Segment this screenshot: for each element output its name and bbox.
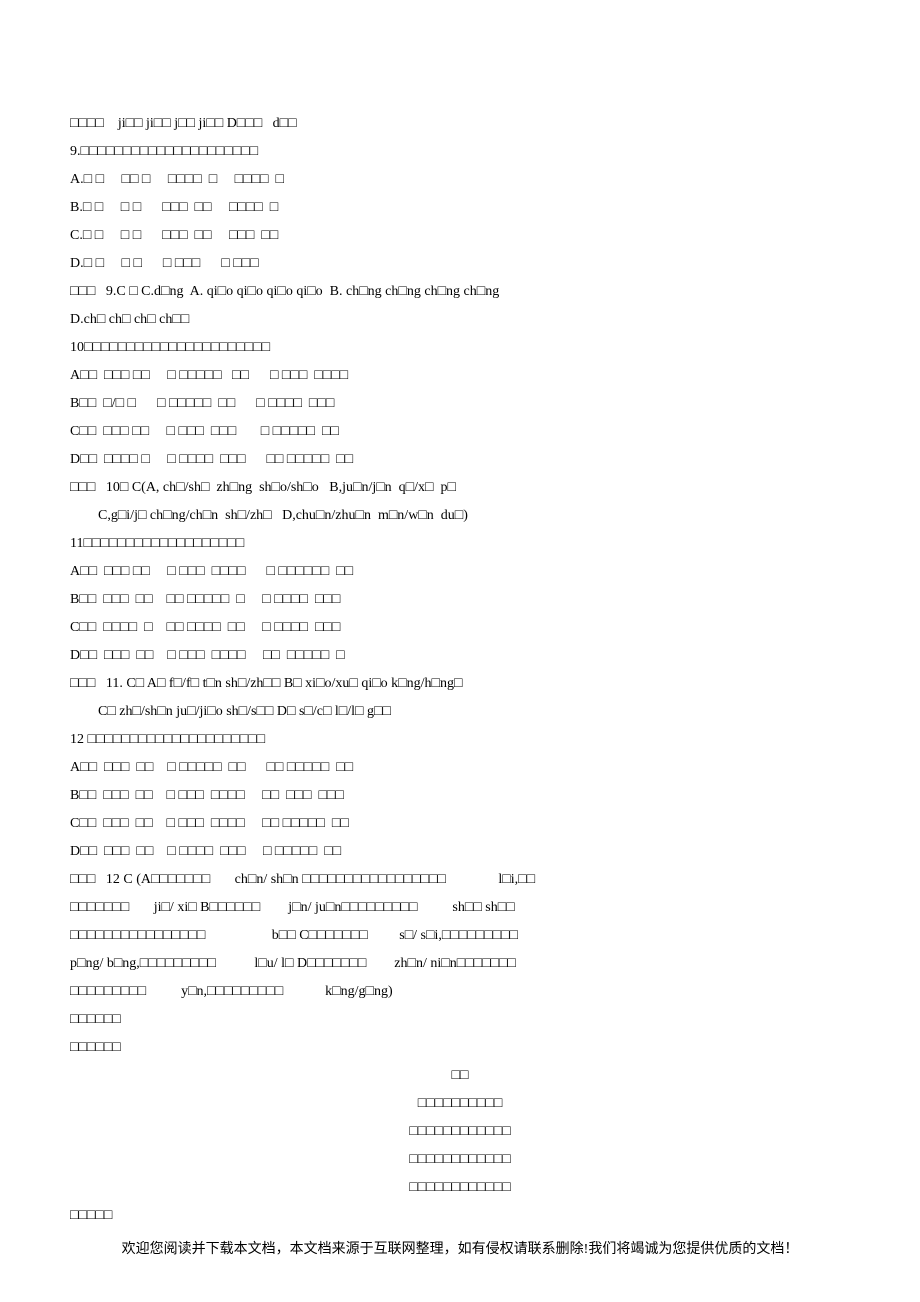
tail-2: □□□□□□ (70, 1034, 850, 1062)
center-4: □□□□□□□□□□□□ (70, 1146, 850, 1174)
center-2: □□□□□□□□□□ (70, 1090, 850, 1118)
q12-D: D□□ □□□ □□ □ □□□□ □□□ □ □□□□□ □□ (70, 838, 850, 866)
q10-ans2: C,g□i/j□ ch□ng/ch□n sh□/zh□ D,chu□n/zhu□… (70, 502, 850, 530)
center-5: □□□□□□□□□□□□ (70, 1174, 850, 1202)
last-line: □□□□□ (70, 1202, 850, 1230)
q9-ans2: D.ch□ ch□ ch□ ch□□ (70, 306, 850, 334)
q11-ans2: C□ zh□/sh□n ju□/ji□o sh□/s□□ D□ s□/c□ l□… (70, 698, 850, 726)
q12-ans5: □□□□□□□□□ y□n,□□□□□□□□□ k□ng/g□ng) (70, 978, 850, 1006)
q10-C: C□□ □□□ □□ □ □□□ □□□ □ □□□□□ □□ (70, 418, 850, 446)
q10-D: D□□ □□□□ □ □ □□□□ □□□ □□ □□□□□ □□ (70, 446, 850, 474)
q11-D: D□□ □□□ □□ □ □□□ □□□□ □□ □□□□□ □ (70, 642, 850, 670)
q10-stem: 10□□□□□□□□□□□□□□□□□□□□□□ (70, 334, 850, 362)
q11-A: A□□ □□□ □□ □ □□□ □□□□ □ □□□□□□ □□ (70, 558, 850, 586)
center-1: □□ (70, 1062, 850, 1090)
q12-ans2: □□□□□□□ ji□/ xi□ B□□□□□□ j□n/ ju□n□□□□□□… (70, 894, 850, 922)
q12-ans1: □□□ 12 C (A□□□□□□□ ch□n/ sh□n □□□□□□□□□□… (70, 866, 850, 894)
q10-A: A□□ □□□ □□ □ □□□□□ □□ □ □□□ □□□□ (70, 362, 850, 390)
q12-stem: 12 □□□□□□□□□□□□□□□□□□□□□ (70, 726, 850, 754)
q12-ans4: p□ng/ b□ng,□□□□□□□□□ l□u/ l□ D□□□□□□□ zh… (70, 950, 850, 978)
q9-C: C.□ □ □ □ □□□ □□ □□□ □□ (70, 222, 850, 250)
q9-B: B.□ □ □ □ □□□ □□ □□□□ □ (70, 194, 850, 222)
q10-B: B□□ □/□ □ □ □□□□□ □□ □ □□□□ □□□ (70, 390, 850, 418)
q12-ans3: □□□□□□□□□□□□□□□□ b□□ C□□□□□□□ s□/ s□i,□□… (70, 922, 850, 950)
q9-A: A.□ □ □□ □ □□□□ □ □□□□ □ (70, 166, 850, 194)
page-footer: 欢迎您阅读并下载本文档，本文档来源于互联网整理，如有侵权请联系删除!我们将竭诚为… (0, 1236, 920, 1264)
q11-B: B□□ □□□ □□ □□ □□□□□ □ □ □□□□ □□□ (70, 586, 850, 614)
q9-stem: 9.□□□□□□□□□□□□□□□□□□□□□ (70, 138, 850, 166)
q10-ans: □□□ 10□ C(A, ch□/sh□ zh□ng sh□o/sh□o B,j… (70, 474, 850, 502)
q12-A: A□□ □□□ □□ □ □□□□□ □□ □□ □□□□□ □□ (70, 754, 850, 782)
q11-C: C□□ □□□□ □ □□ □□□□ □□ □ □□□□ □□□ (70, 614, 850, 642)
center-block: □□ □□□□□□□□□□ □□□□□□□□□□□□ □□□□□□□□□□□□ … (70, 1062, 850, 1202)
q12-C: C□□ □□□ □□ □ □□□ □□□□ □□ □□□□□ □□ (70, 810, 850, 838)
block1-l1: □□□□ ji□□ ji□□ j□□ ji□□ D□□□ d□□ (70, 110, 850, 138)
center-3: □□□□□□□□□□□□ (70, 1118, 850, 1146)
q9-ans: □□□ 9.C □ C.d□ng A. qi□o qi□o qi□o qi□o … (70, 278, 850, 306)
q9-D: D.□ □ □ □ □ □□□ □ □□□ (70, 250, 850, 278)
tail-1: □□□□□□ (70, 1006, 850, 1034)
q11-ans: □□□ 11. C□ A□ f□/f□ t□n sh□/zh□□ B□ xi□o… (70, 670, 850, 698)
q11-stem: 11□□□□□□□□□□□□□□□□□□□ (70, 530, 850, 558)
q12-B: B□□ □□□ □□ □ □□□ □□□□ □□ □□□ □□□ (70, 782, 850, 810)
